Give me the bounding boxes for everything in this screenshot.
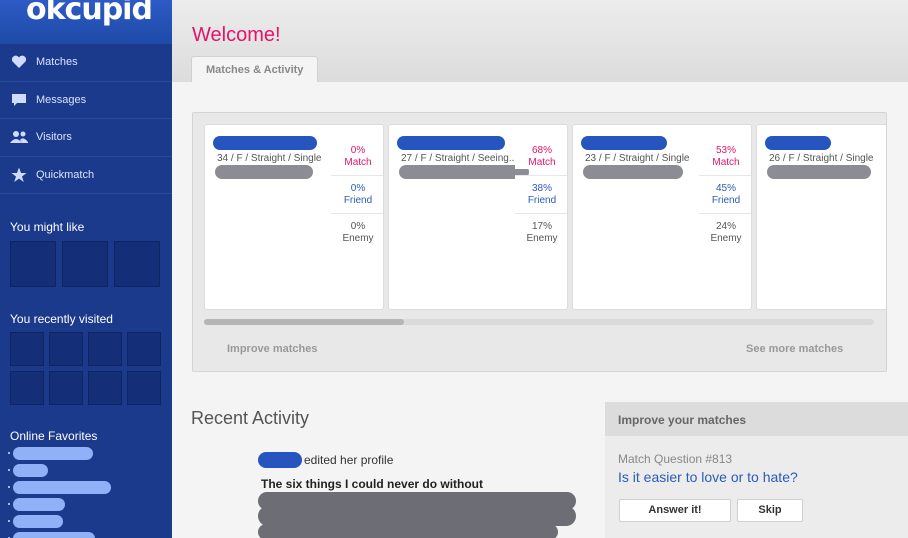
- improve-matches-box: Improve your matches Match Question #813…: [605, 402, 908, 538]
- activity-action-text: edited her profile: [304, 453, 394, 467]
- visited-profile-tile[interactable]: [10, 332, 44, 366]
- sidebar-item-matches[interactable]: Matches: [0, 44, 172, 82]
- friend-percent: 0% Friend: [331, 175, 383, 207]
- recently-visited-row: [0, 371, 161, 405]
- sidebar-item-label: Quickmatch: [36, 168, 95, 181]
- page-title: Welcome!: [192, 24, 281, 46]
- improve-box-heading: Improve your matches: [605, 402, 908, 436]
- match-card[interactable]: 27 / F / Straight / Seeing... 68% Match 3…: [388, 124, 568, 310]
- match-percent: 53% Match: [699, 145, 751, 169]
- suggested-profile-tile[interactable]: [114, 241, 160, 287]
- match-card[interactable]: 23 / F / Straight / Single 53% Match 45% F…: [572, 124, 752, 310]
- favorite-item[interactable]: [8, 515, 63, 528]
- improve-matches-link[interactable]: Improve matches: [227, 343, 317, 355]
- might-like-row: [0, 241, 160, 287]
- see-more-matches-link[interactable]: See more matches: [746, 343, 843, 355]
- location-redacted: [399, 165, 529, 179]
- username-redacted[interactable]: [258, 452, 302, 468]
- sidebar-item-label: Messages: [36, 93, 87, 106]
- match-question-number: Match Question #813: [618, 452, 733, 466]
- recently-visited-row: [0, 332, 161, 366]
- sidebar-item-visitors[interactable]: Visitors: [0, 119, 172, 157]
- profile-summary: 34 / F / Straight / Single: [217, 153, 322, 164]
- enemy-percent: 24% Enemy: [699, 213, 751, 245]
- location-redacted: [215, 165, 313, 179]
- location-redacted: [767, 165, 871, 179]
- page-header: Welcome! Matches & Activity: [172, 0, 908, 82]
- sidebar-item-label: Visitors: [36, 131, 72, 144]
- heart-icon: [10, 53, 28, 71]
- sidebar-item-label: Matches: [36, 56, 78, 69]
- suggested-profile-tile[interactable]: [10, 241, 56, 287]
- match-card[interactable]: 26 / F / Straight / Single: [756, 124, 886, 310]
- answer-it-button[interactable]: Answer it!: [619, 499, 731, 522]
- favorite-item[interactable]: [8, 498, 65, 511]
- visited-profile-tile[interactable]: [10, 371, 44, 405]
- match-percent: 0% Match: [331, 145, 383, 169]
- friend-percent: 38% Friend: [515, 175, 567, 207]
- match-percent: 68% Match: [515, 145, 567, 169]
- okcupid-logo[interactable]: okcupid: [26, 0, 153, 27]
- redacted-content: [258, 524, 558, 538]
- matches-panel: 34 / F / Straight / Single 0% Match 0% Fri…: [192, 112, 887, 372]
- favorite-item[interactable]: [8, 532, 95, 538]
- tab-matches-activity[interactable]: Matches & Activity: [191, 56, 319, 82]
- online-favorites-heading: Online Favorites: [10, 429, 98, 443]
- online-favorites-list: [8, 447, 111, 538]
- match-question-text[interactable]: Is it easier to love or to hate?: [618, 469, 798, 485]
- visited-profile-tile[interactable]: [127, 371, 161, 405]
- suggested-profile-tile[interactable]: [62, 241, 108, 287]
- profile-summary: 26 / F / Straight / Single: [769, 153, 874, 164]
- visited-profile-tile[interactable]: [49, 371, 83, 405]
- username-redacted: [581, 136, 667, 150]
- logo-area: okcupid: [0, 0, 172, 44]
- enemy-percent: 17% Enemy: [515, 213, 567, 245]
- star-icon: [10, 166, 28, 184]
- matches-scrollbar[interactable]: [204, 319, 874, 325]
- might-like-heading: You might like: [10, 220, 85, 234]
- sidebar-item-quickmatch[interactable]: Quickmatch: [0, 156, 172, 194]
- enemy-percent: 0% Enemy: [331, 213, 383, 245]
- skip-button[interactable]: Skip: [737, 499, 803, 522]
- visited-profile-tile[interactable]: [127, 332, 161, 366]
- username-redacted: [397, 136, 505, 150]
- location-redacted: [583, 165, 683, 179]
- recently-visited-heading: You recently visited: [10, 312, 113, 326]
- main-content: Welcome! Matches & Activity 34 / F / Str…: [172, 0, 908, 538]
- favorite-item[interactable]: [8, 481, 111, 494]
- recent-activity-heading: Recent Activity: [191, 408, 310, 428]
- people-icon: [10, 128, 28, 146]
- friend-percent: 45% Friend: [699, 175, 751, 207]
- visited-profile-tile[interactable]: [88, 332, 122, 366]
- redacted-content: [258, 506, 576, 526]
- profile-summary: 27 / F / Straight / Seeing...: [401, 153, 518, 164]
- username-redacted: [765, 136, 831, 150]
- visited-profile-tile[interactable]: [88, 371, 122, 405]
- activity-item-title: The six things I could never do without: [261, 477, 484, 491]
- visited-profile-tile[interactable]: [49, 332, 83, 366]
- match-card[interactable]: 34 / F / Straight / Single 0% Match 0% Fri…: [204, 124, 384, 310]
- favorite-item[interactable]: [8, 464, 48, 477]
- username-redacted: [213, 136, 317, 150]
- profile-summary: 23 / F / Straight / Single: [585, 153, 690, 164]
- sidebar: okcupid Matches Messages Visitors Quickm…: [0, 0, 172, 538]
- scrollbar-thumb[interactable]: [204, 319, 404, 325]
- sidebar-item-messages[interactable]: Messages: [0, 81, 172, 119]
- favorite-item[interactable]: [8, 447, 93, 460]
- speech-bubble-icon: [10, 91, 28, 109]
